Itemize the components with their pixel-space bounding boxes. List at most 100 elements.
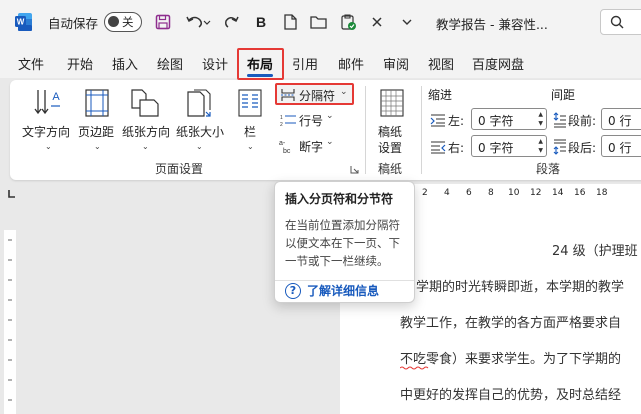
text-direction-label: 文字方向 (22, 125, 71, 139)
spacing-after-label: 段后: (568, 141, 597, 155)
tab-file[interactable]: 文件 (18, 54, 44, 73)
redo-icon (225, 16, 239, 28)
size-label: 纸张大小 (176, 125, 225, 139)
horizontal-ruler-active: 2 4 6 8 10 12 14 16 18 (414, 184, 641, 204)
svg-text:a-: a- (279, 140, 286, 147)
line-numbers-button[interactable]: 1 2 行号 ⌄ (275, 109, 345, 131)
ruler-mark: 4 (444, 188, 450, 198)
customize-qat-button[interactable] (398, 11, 416, 33)
ruler-mark: 12 (530, 188, 542, 198)
tab-stop-icon (8, 190, 15, 198)
search-box[interactable] (600, 9, 641, 35)
close-icon-button[interactable] (368, 11, 386, 33)
check-document-button[interactable] (337, 11, 359, 33)
svg-text:bc: bc (283, 148, 291, 154)
margins-label: 页边距 (78, 125, 115, 139)
page-setup-group-label: 页面设置 (155, 162, 204, 176)
tab-mailings[interactable]: 邮件 (338, 54, 364, 73)
hyphenation-button[interactable]: a- bc 断字 ⌄ (275, 135, 345, 157)
chevron-down-icon: ⌄ (326, 111, 334, 121)
svg-text:B: B (256, 15, 266, 29)
chevron-down-icon: ⌄ (196, 142, 203, 151)
draft-paper-settings-button[interactable]: 稿纸 设置 (370, 86, 414, 156)
open-button[interactable] (308, 11, 330, 33)
spacing-after-value: 0 行 (608, 141, 632, 155)
new-document-button[interactable] (280, 11, 300, 33)
margins-button[interactable]: 页边距 ⌄ (76, 86, 120, 156)
indent-right-label: 右: (448, 141, 465, 155)
tab-design[interactable]: 设计 (202, 54, 228, 73)
spacing-label: 间距 (551, 88, 576, 102)
doc-line: 不吃零食）来要求学生。为了下学期的 (400, 352, 622, 367)
tab-view[interactable]: 视图 (428, 54, 454, 73)
title-bar: W 自动保存 关 B 教学报告 - 兼容性... (0, 0, 641, 44)
tab-baidu-netdisk[interactable]: 百度网盘 (472, 54, 524, 73)
indent-right-input[interactable]: 0 字符 ▲ ▼ (471, 135, 547, 157)
draft-paper-label-line1: 稿纸 (378, 125, 403, 139)
learn-more-link[interactable]: ? 了解详细信息 (285, 282, 379, 299)
ruler-mark: 16 (574, 188, 586, 198)
spinner-arrows-icon[interactable]: ▲ ▼ (538, 137, 543, 155)
chevron-down-icon: ⌄ (94, 142, 101, 151)
redo-button[interactable] (221, 11, 243, 33)
line-numbers-label: 行号 (299, 114, 324, 128)
indent-left-icon (430, 114, 445, 127)
doc-line: 24 级（护理班 (552, 244, 638, 259)
undo-button[interactable] (183, 11, 213, 33)
paper-size-icon (187, 89, 211, 117)
breaks-tooltip: 插入分页符和分节符 在当前位置添加分隔符以便文本在下一页、下一节或下一栏继续。 … (274, 181, 415, 303)
vertical-ruler-ticks (8, 239, 12, 401)
ruler-mark: 8 (488, 188, 494, 198)
chevron-down-icon (402, 19, 412, 25)
tab-home[interactable]: 开始 (67, 54, 93, 73)
toggle-knob (108, 16, 119, 27)
spinner-arrows-icon[interactable]: ▲ ▼ (538, 110, 543, 128)
svg-text:2: 2 (280, 122, 283, 127)
spacing-before-input[interactable]: 0 行 (601, 108, 641, 130)
columns-icon (238, 89, 262, 117)
spacing-after-input[interactable]: 0 行 (601, 135, 641, 157)
bold-button[interactable]: B (252, 11, 270, 33)
group-separator (365, 86, 366, 174)
tab-draw[interactable]: 绘图 (157, 54, 183, 73)
save-button[interactable] (152, 11, 174, 33)
help-icon: ? (285, 282, 301, 299)
indent-label: 缩进 (428, 88, 453, 102)
indent-left-value: 0 字符 (478, 114, 514, 128)
spacing-before-value: 0 行 (608, 114, 632, 128)
tab-stop-selector[interactable] (6, 188, 16, 198)
doc-line: 中更好的发挥自己的优势，及时总结经 (400, 388, 622, 403)
indent-left-input[interactable]: 0 字符 ▲ ▼ (471, 108, 547, 130)
indent-right-icon (431, 141, 446, 154)
spacing-after-icon (553, 139, 566, 155)
chevron-down-icon: ⌄ (326, 137, 334, 147)
tab-references[interactable]: 引用 (292, 54, 318, 73)
bold-icon: B (256, 15, 266, 29)
text-direction-button[interactable]: A 文字方向 ⌄ (20, 86, 76, 156)
tab-review[interactable]: 审阅 (383, 54, 409, 73)
breaks-button[interactable]: 分隔符 ⌄ (275, 83, 354, 105)
learn-more-label: 了解详细信息 (307, 284, 380, 298)
text-direction-icon: A (34, 90, 60, 115)
spacing-before-icon (553, 112, 566, 128)
spacing-before-label: 段前: (568, 114, 597, 128)
size-button[interactable]: 纸张大小 ⌄ (174, 86, 226, 156)
hyphenation-icon: a- bc (279, 140, 291, 154)
orientation-button[interactable]: 纸张方向 ⌄ (120, 86, 172, 156)
autosave-toggle[interactable]: 关 (104, 12, 142, 32)
tab-insert[interactable]: 插入 (112, 54, 138, 73)
breaks-icon (281, 89, 295, 101)
chevron-down-icon: ⌄ (340, 87, 348, 97)
draft-paper-icon (380, 89, 404, 117)
new-document-icon (284, 14, 297, 30)
columns-button[interactable]: 栏 ⌄ (232, 86, 268, 156)
tooltip-title: 插入分页符和分节符 (285, 192, 394, 206)
hyphenation-label: 断字 (299, 140, 324, 154)
dialog-launcher-icon[interactable] (350, 165, 359, 174)
orientation-icon (131, 89, 159, 117)
svg-text:A: A (52, 91, 60, 103)
margins-icon (85, 89, 109, 117)
search-icon (610, 15, 624, 29)
tooltip-body: 在当前位置添加分隔符以便文本在下一页、下一节或下一栏继续。 (285, 218, 400, 268)
document-title: 教学报告 - 兼容性... (436, 17, 548, 32)
